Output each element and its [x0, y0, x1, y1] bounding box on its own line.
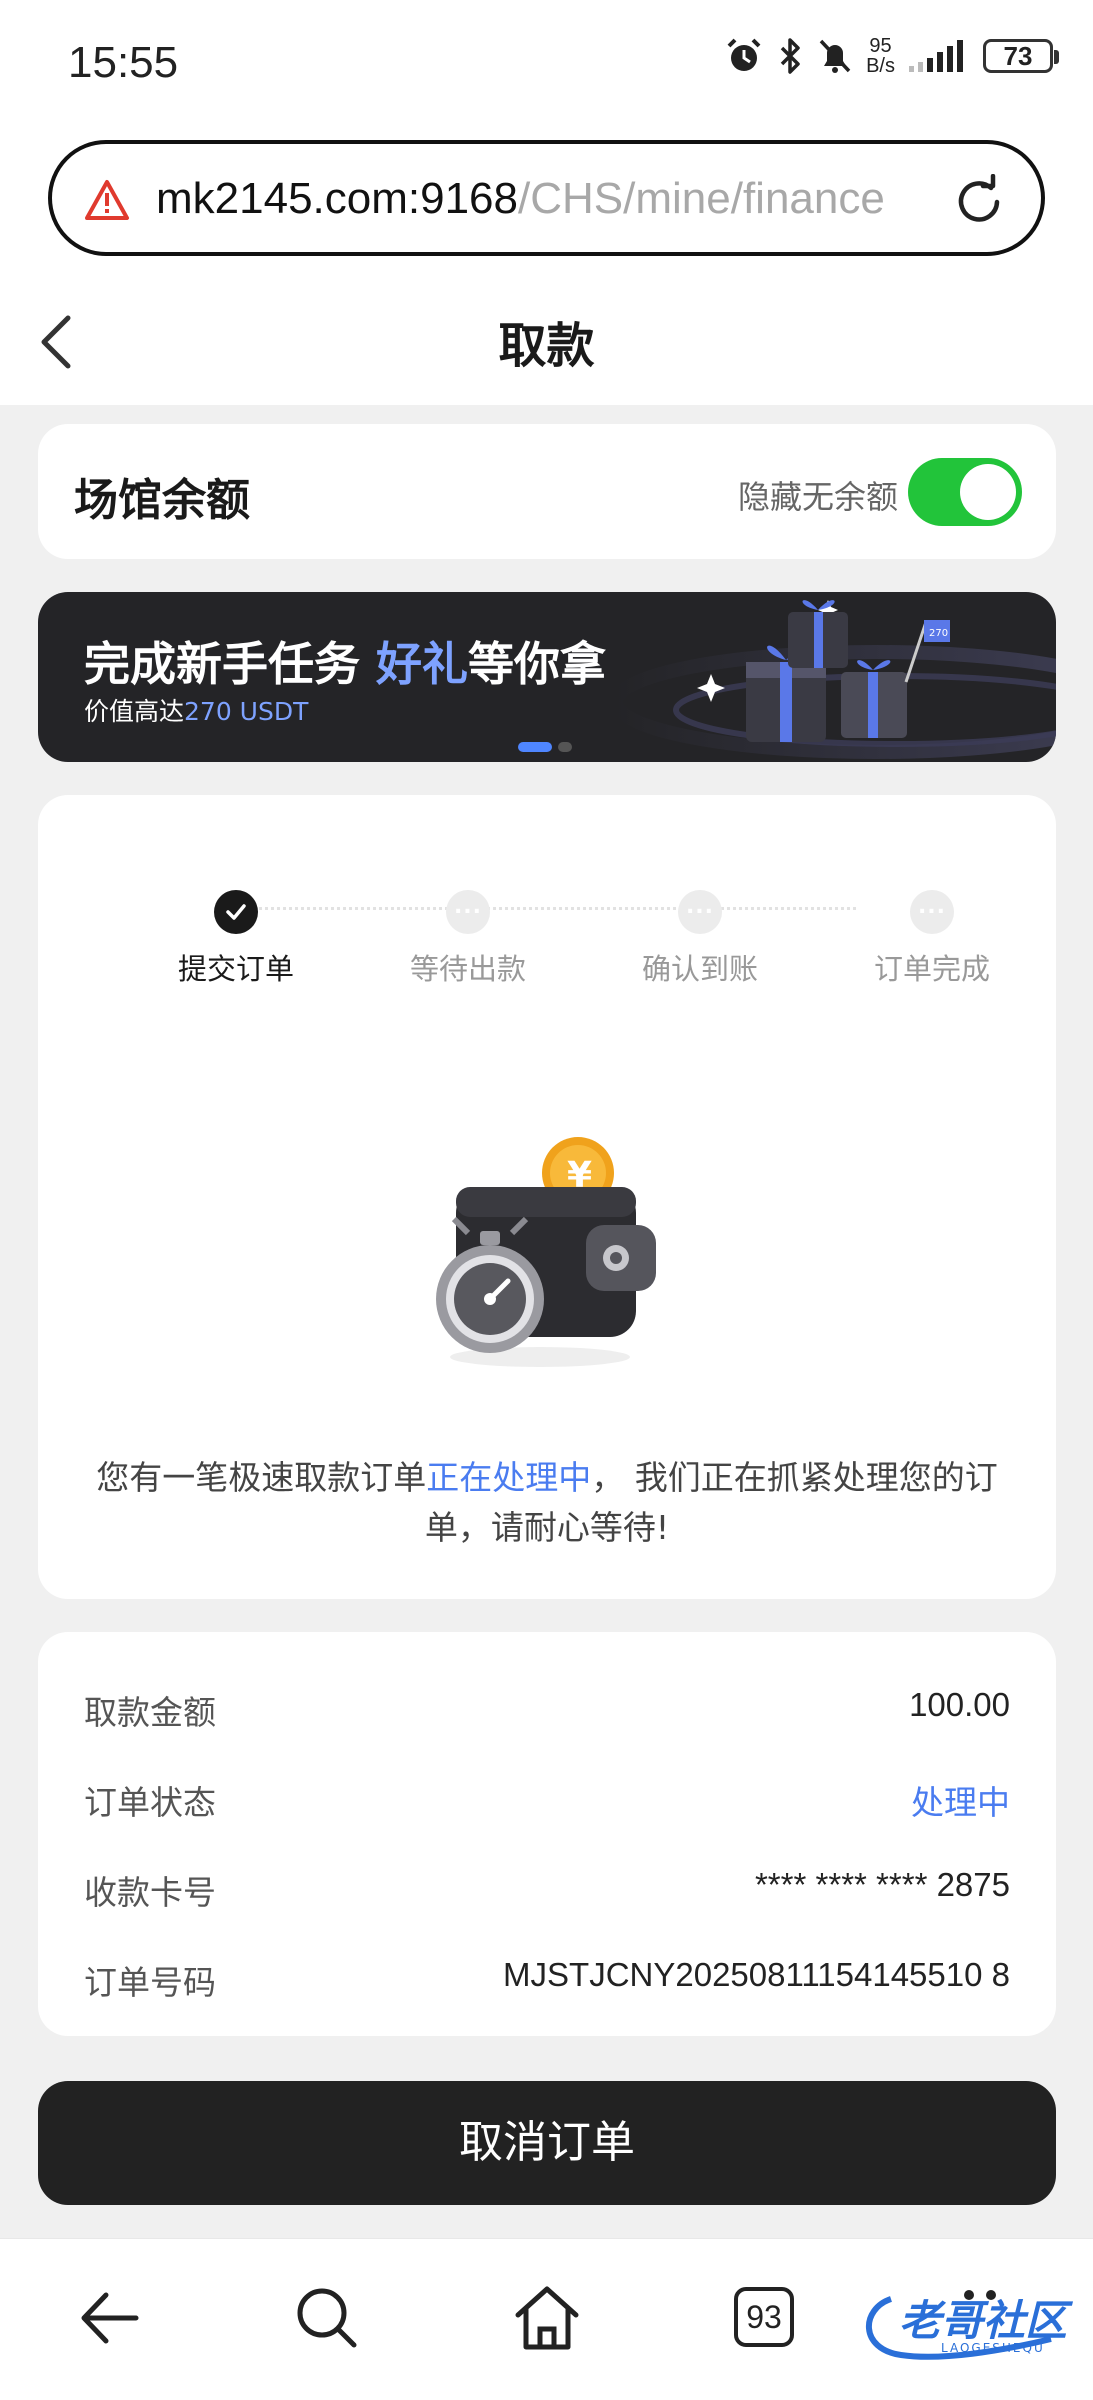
net-speed-unit: B/s — [866, 55, 895, 77]
banner-sub-pre: 价值高达 — [84, 697, 185, 726]
nav-search-icon[interactable] — [294, 2285, 360, 2351]
gift-boxes-illustration: 270 — [609, 600, 1056, 759]
step-order-complete: ... 订单完成 — [832, 890, 1032, 988]
nav-home-icon[interactable] — [512, 2285, 582, 2351]
promo-banner[interactable]: 270 完成新手任务 好礼等你拿 价值高达270 USDT — [38, 592, 1056, 762]
notice-highlight: 正在处理中 — [426, 1458, 592, 1497]
status-value: 处理中 — [911, 1783, 1010, 1822]
mute-bell-icon — [819, 39, 851, 73]
banner-badge: 270 — [929, 628, 948, 639]
card-number-label: 收款卡号 — [84, 1873, 216, 1912]
warning-icon[interactable] — [84, 178, 130, 222]
alarm-icon — [727, 38, 761, 71]
status-bar: 15:55 95 B/s 73 — [0, 0, 1093, 130]
amount-row: 取款金额 100.00 — [84, 1676, 1010, 1736]
step-label: 等待出款 — [409, 952, 526, 986]
carousel-dot[interactable] — [558, 742, 572, 752]
banner-headline-highlight: 好礼 — [376, 637, 469, 691]
toggle-knob — [960, 464, 1016, 520]
card-number-value: **** **** **** 2875 — [754, 1866, 1010, 1903]
amount-label: 取款金额 — [84, 1693, 216, 1732]
order-number-row: 订单号码 MJSTJCNY20250811154145510 8 — [84, 1946, 1010, 2006]
status-icons: 95 B/s 73 — [724, 36, 1059, 76]
card-number-row: 收款卡号 **** **** **** 2875 — [84, 1856, 1010, 1916]
address-bar[interactable]: mk2145.com:9168/CHS/mine/finance — [48, 140, 1045, 256]
order-number-value[interactable]: MJSTJCNY20250811154145510 8 — [503, 1956, 1010, 1994]
venue-balance-card: 场馆余额 隐藏无余额 — [38, 424, 1056, 559]
tab-count-button[interactable]: 93 — [734, 2287, 794, 2347]
hide-empty-label: 隐藏无余额 — [737, 478, 898, 516]
step-confirm-receipt: ... 确认到账 — [600, 890, 800, 988]
wallet-stopwatch-illustration: ¥ — [436, 1137, 656, 1367]
battery-indicator: 73 — [983, 39, 1059, 73]
net-speed: 95 B/s — [866, 36, 895, 76]
nav-back-icon[interactable] — [76, 2285, 142, 2351]
banner-sub-highlight: 270 USDT — [184, 697, 309, 726]
order-number-label: 订单号码 — [84, 1963, 216, 2002]
step-pending-icon: ... — [446, 890, 490, 934]
banner-headline: 完成新手任务 好礼等你拿 — [84, 628, 606, 694]
url-host: mk2145.com:9168 — [156, 174, 518, 223]
notice-pre: 您有一笔极速取款订单 — [96, 1458, 427, 1497]
order-details-card: 取款金额 100.00 订单状态 处理中 收款卡号 **** **** ****… — [38, 1632, 1056, 2036]
hide-empty-toggle[interactable] — [908, 458, 1022, 526]
step-pending-icon: ... — [910, 890, 954, 934]
browser-toolbar: mk2145.com:9168/CHS/mine/finance — [0, 130, 1093, 280]
step-submit-order: 提交订单 — [136, 890, 336, 988]
bluetooth-icon — [780, 38, 800, 74]
cancel-order-button[interactable]: 取消订单 — [38, 2081, 1056, 2205]
laogesq-watermark: 老哥社区 LAOGESHEQU — [851, 2279, 1081, 2373]
reload-icon[interactable] — [951, 174, 1007, 230]
step-label: 确认到账 — [641, 952, 758, 986]
banner-headline-post: 等你拿 — [468, 637, 607, 691]
net-speed-value: 95 — [869, 35, 892, 57]
processing-notice: 您有一笔极速取款订单正在处理中， 我们正在抓紧处理您的订单，请耐心等待! — [78, 1453, 1016, 1553]
url-path: /CHS/mine/finance — [518, 174, 885, 223]
watermark-text: 老哥社区 — [899, 2296, 1068, 2345]
step-pending-icon: ... — [678, 890, 722, 934]
step-awaiting-payout: ... 等待出款 — [368, 890, 568, 988]
signal-icon — [909, 40, 963, 72]
withdrawal-progress-card: 提交订单 ... 等待出款 ... 确认到账 ... 订单完成 ¥ 您有一笔极速… — [38, 795, 1056, 1599]
carousel-dot-active[interactable] — [518, 742, 552, 752]
page-header: 取款 — [0, 280, 1093, 405]
status-row: 订单状态 处理中 — [84, 1766, 1010, 1826]
status-label: 订单状态 — [84, 1783, 216, 1822]
url-text[interactable]: mk2145.com:9168/CHS/mine/finance — [156, 174, 966, 230]
watermark-subtext: LAOGESHEQU — [941, 2341, 1045, 2355]
step-check-icon — [214, 890, 258, 934]
browser-bottom-nav: 93 老哥社区 LAOGESHEQU — [0, 2238, 1093, 2400]
step-label: 订单完成 — [873, 952, 990, 986]
page-title: 取款 — [498, 318, 595, 374]
step-label: 提交订单 — [177, 952, 294, 986]
banner-headline-pre: 完成新手任务 — [84, 637, 377, 691]
status-time: 15:55 — [68, 38, 179, 87]
banner-subtitle: 价值高达270 USDT — [84, 692, 308, 728]
amount-value: 100.00 — [909, 1686, 1010, 1723]
progress-steps: 提交订单 ... 等待出款 ... 确认到账 ... 订单完成 — [106, 890, 990, 1000]
carousel-dots — [518, 742, 572, 752]
venue-balance-label: 场馆余额 — [74, 475, 250, 526]
